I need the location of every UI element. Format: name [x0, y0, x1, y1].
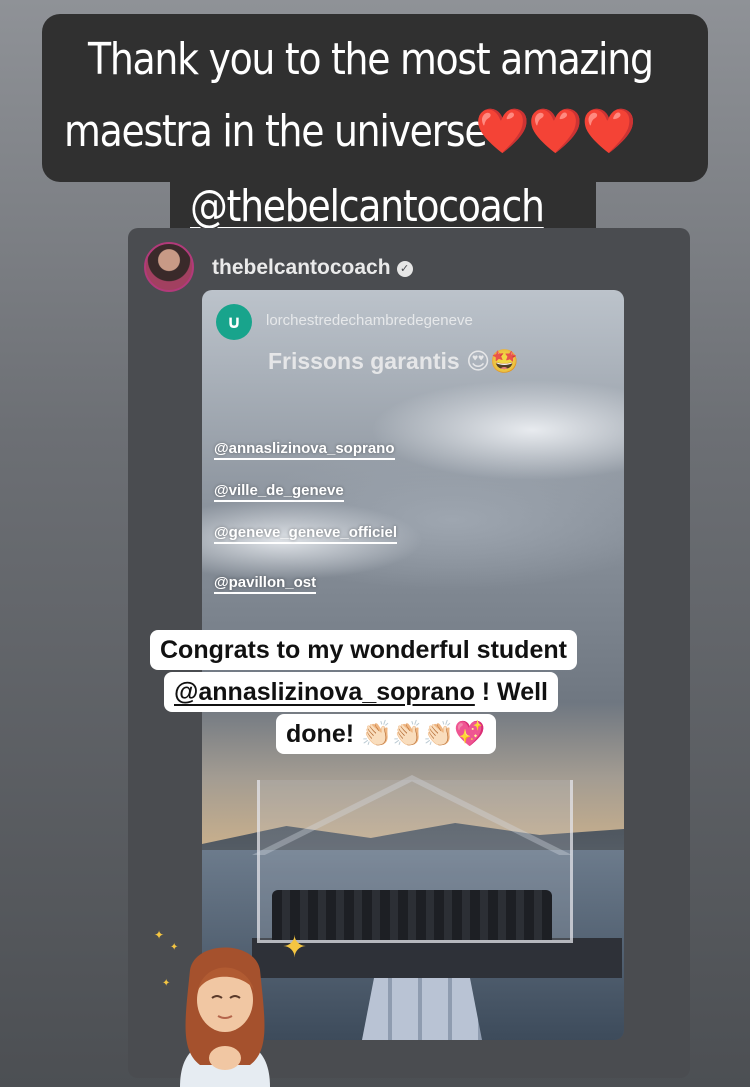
congrats-line-2: @annaslizinova_soprano ! Well [164, 672, 559, 712]
post-username[interactable]: thebelcantocoach ✓ [212, 256, 413, 280]
stage-platform [252, 938, 622, 978]
mention-tag[interactable]: @ville_de_geneve [214, 482, 344, 502]
inner-story-account[interactable]: lorchestredechambredegeneve [266, 312, 473, 329]
heart-emoji-icon: ❤️❤️❤️ [475, 106, 636, 157]
mention-tag[interactable]: @annaslizinova_soprano [214, 440, 395, 460]
congrats-mention[interactable]: @annaslizinova_soprano [174, 678, 475, 706]
caption-line-2-text: maestra in the universe [64, 106, 488, 157]
mention-tag[interactable]: @pavillon_ost [214, 574, 317, 594]
sparkle-icon: ✦ [162, 978, 171, 989]
sparkle-icon: ✦ [282, 931, 308, 964]
avatar[interactable] [144, 242, 194, 292]
inner-story-caption: Frissons garantis 😍🤩 [268, 348, 519, 374]
walkway [362, 978, 482, 1040]
caption-line-2: maestra in the universe❤️❤️❤️ [64, 100, 636, 164]
congrats-line-1: Congrats to my wonderful student [150, 630, 577, 670]
orchestra [272, 890, 552, 940]
sparkle-icon: ✦ [154, 928, 165, 942]
congrats-line-3: done! 👏🏻👏🏻👏🏻💖 [276, 714, 496, 754]
orchestra-logo-icon: ∪ [216, 304, 252, 340]
congrats-line-2-rest: ! Well [474, 678, 549, 706]
username-text[interactable]: thebelcantocoach [212, 256, 391, 279]
verified-badge-icon: ✓ [396, 261, 413, 277]
memoji-sticker [180, 947, 270, 1087]
sparkle-icon: ✦ [170, 942, 179, 953]
caption-line-1: Thank you to the most amazing [88, 34, 654, 85]
mention-tag[interactable]: @geneve_geneve_officiel [214, 524, 398, 544]
